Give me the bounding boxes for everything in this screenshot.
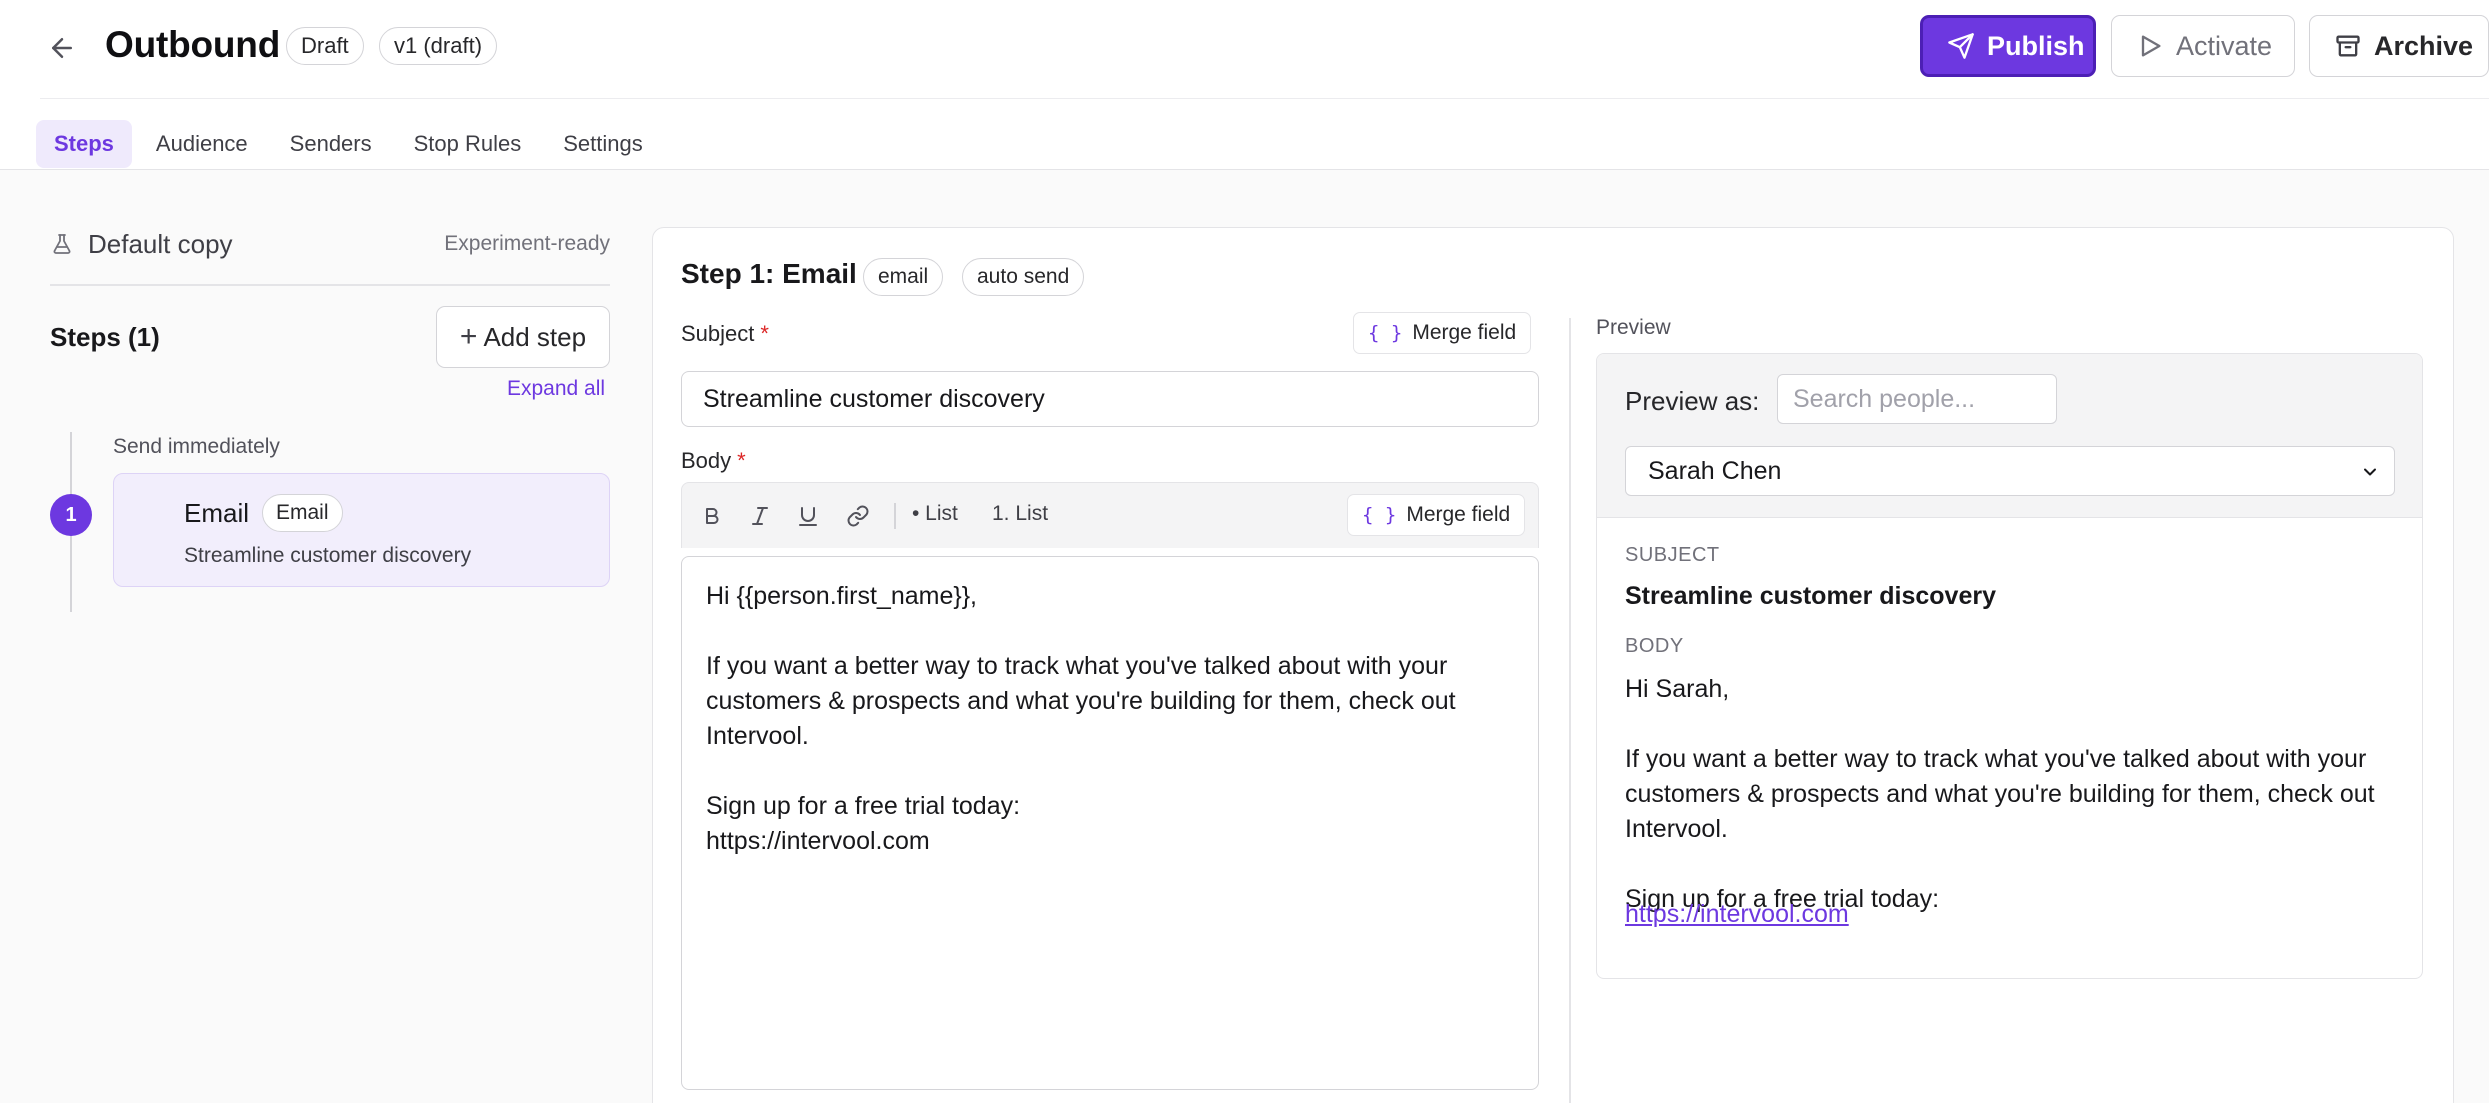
bold-button[interactable] — [698, 502, 726, 530]
header-divider — [40, 98, 2489, 99]
subject-label-text: Subject — [681, 321, 755, 346]
step-number: 1 — [50, 494, 92, 536]
braces-icon: { } — [1368, 322, 1403, 344]
preview-subject-caption: SUBJECT — [1625, 544, 1720, 566]
preview-person-select[interactable]: Sarah Chen — [1625, 446, 2395, 496]
bullet-list-button[interactable]: • List — [912, 502, 958, 526]
flask-icon — [53, 234, 71, 254]
copy-label: Default copy — [88, 228, 233, 259]
activate-button[interactable]: Activate — [2111, 15, 2295, 77]
step-type-badge: Email — [262, 494, 343, 532]
archive-icon — [2336, 35, 2360, 57]
merge-field-label: Merge field — [1406, 503, 1511, 526]
subject-label: Subject * — [681, 321, 769, 347]
required-mark: * — [737, 448, 746, 473]
play-icon — [2141, 35, 2161, 57]
archive-label: Archive — [2374, 30, 2474, 61]
step-timing: Send immediately — [113, 435, 280, 458]
selected-person: Sarah Chen — [1648, 456, 1782, 485]
step-card-subtitle: Streamline customer discovery — [184, 544, 472, 567]
page-header: Outbound Draft v1 (draft) Publish Activa… — [0, 0, 2489, 98]
underline-icon — [799, 507, 817, 526]
bold-icon — [706, 508, 719, 524]
merge-field-label: Merge field — [1412, 321, 1517, 344]
preview-subject: Streamline customer discovery — [1625, 582, 1996, 610]
send-icon — [1948, 33, 1974, 59]
add-step-button[interactable]: + Add step — [436, 306, 610, 368]
step-card[interactable]: Email Email Streamline customer discover… — [113, 473, 610, 587]
underline-button[interactable] — [794, 502, 822, 530]
tab-settings[interactable]: Settings — [545, 120, 661, 168]
send-mode-tag: auto send — [962, 258, 1085, 296]
column-divider — [1569, 318, 1571, 1103]
step-editor-panel: Step 1: Email email auto send Subject * {… — [652, 227, 2454, 1103]
preview-body: Hi Sarah, If you want a better way to tr… — [1625, 675, 2375, 913]
activate-label: Activate — [2176, 30, 2273, 61]
chevron-down-icon — [2364, 468, 2376, 476]
braces-icon: { } — [1362, 504, 1397, 526]
tab-bar: Steps Audience Senders Stop Rules Settin… — [36, 120, 661, 168]
publish-button[interactable]: Publish — [1920, 15, 2096, 77]
italic-button[interactable] — [746, 502, 774, 530]
preview-link[interactable]: https://intervool.com — [1625, 900, 1849, 929]
arrow-left-icon — [52, 38, 72, 58]
step-heading: Step 1: Email — [681, 258, 857, 289]
archive-button[interactable]: Archive — [2309, 15, 2489, 77]
channel-tag: email — [863, 258, 944, 296]
add-step-label: Add step — [483, 321, 587, 352]
tab-audience[interactable]: Audience — [138, 120, 266, 168]
preview-as-label: Preview as: — [1625, 386, 1760, 416]
content-area: Default copy Experiment-ready Steps (1) … — [0, 170, 2489, 1103]
preview-controls: Preview as: Search people... Sarah Chen — [1597, 354, 2422, 518]
body-editor[interactable]: Hi {{person.first_name}}, If you want a … — [681, 556, 1539, 1090]
page-title: Outbound — [105, 24, 281, 65]
back-button[interactable] — [40, 26, 84, 70]
status-badge: Draft — [286, 27, 364, 65]
preview-card: Preview as: Search people... Sarah Chen … — [1596, 353, 2423, 979]
preview-label: Preview — [1596, 316, 1671, 339]
italic-icon — [752, 507, 768, 525]
steps-title: Steps (1) — [50, 322, 160, 352]
version-badge: v1 (draft) — [379, 27, 498, 65]
preview-body-caption: BODY — [1625, 635, 1684, 657]
numbered-list-button[interactable]: 1. List — [992, 502, 1048, 526]
link-button[interactable] — [844, 502, 872, 530]
link-icon — [847, 505, 869, 527]
body-merge-field-button[interactable]: { } Merge field — [1347, 494, 1526, 536]
subject-input[interactable]: Streamline customer discovery — [681, 371, 1539, 427]
copy-meta: Experiment-ready — [444, 232, 610, 255]
step-card-title: Email — [184, 498, 250, 528]
tab-steps[interactable]: Steps — [36, 120, 132, 168]
rich-text-toolbar: • List 1. List { } Merge field — [681, 482, 1539, 548]
required-mark: * — [760, 321, 769, 346]
publish-label: Publish — [1987, 30, 2085, 61]
body-label-text: Body — [681, 448, 732, 473]
body-label: Body * — [681, 448, 746, 474]
plus-icon: + — [459, 320, 478, 353]
tab-stop-rules[interactable]: Stop Rules — [396, 120, 540, 168]
subject-merge-field-button[interactable]: { } Merge field — [1353, 312, 1532, 354]
expand-all-link[interactable]: Expand all — [507, 377, 605, 401]
copy-variant-selector[interactable]: Default copy Experiment-ready — [50, 224, 610, 264]
preview-people-search[interactable]: Search people... — [1777, 374, 2057, 424]
toolbar-separator — [894, 503, 896, 529]
tab-senders[interactable]: Senders — [272, 120, 390, 168]
sidebar-divider — [50, 284, 610, 286]
